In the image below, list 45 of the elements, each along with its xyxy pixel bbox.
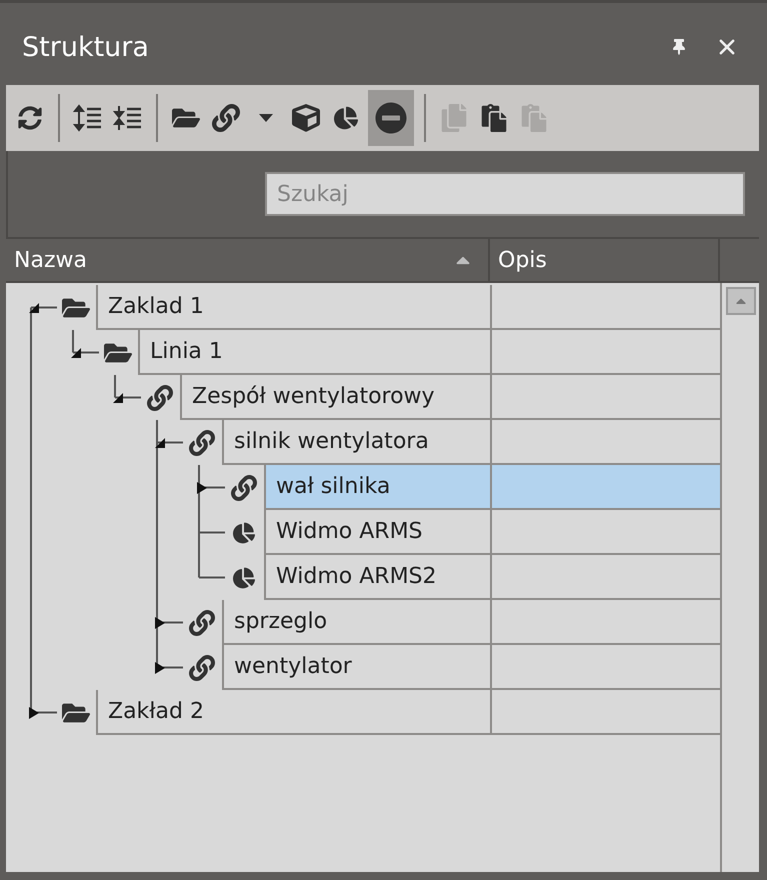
chain-link-icon bbox=[231, 475, 257, 501]
tree-item[interactable]: wał silnika bbox=[264, 465, 490, 510]
chain-link-icon bbox=[189, 655, 215, 681]
tree-item[interactable]: Zaklad 1 bbox=[96, 285, 490, 330]
collapse-toggle[interactable] bbox=[70, 346, 82, 358]
tree-item[interactable]: Zakład 2 bbox=[96, 690, 490, 735]
pie-chart-icon bbox=[233, 567, 255, 589]
pie-chart-icon bbox=[233, 522, 255, 544]
collapse-toggle[interactable] bbox=[28, 302, 40, 314]
pie-chart-icon bbox=[334, 106, 358, 130]
search-field[interactable]: Szukaj bbox=[265, 172, 745, 216]
expand-toggle[interactable] bbox=[154, 662, 166, 674]
tree-item[interactable]: sprzeglo bbox=[222, 600, 490, 645]
paste-icon bbox=[520, 104, 548, 132]
expand-toggle[interactable] bbox=[196, 482, 208, 494]
tree-line bbox=[198, 465, 226, 510]
expand-toggle[interactable] bbox=[154, 616, 166, 628]
tree-line bbox=[72, 330, 100, 354]
expand-all-icon bbox=[73, 103, 103, 133]
collapse-toggle[interactable] bbox=[112, 392, 124, 404]
tree-item[interactable]: wentylator bbox=[222, 645, 490, 690]
caret-icon bbox=[259, 114, 273, 122]
tree-item[interactable]: silnik wentylatora bbox=[222, 420, 490, 465]
column-header[interactable]: Nazwa bbox=[6, 239, 490, 281]
copy-icon bbox=[440, 104, 468, 132]
panel-title: Struktura bbox=[22, 32, 150, 62]
tree-line bbox=[114, 375, 142, 398]
pin-icon bbox=[671, 39, 687, 55]
remove-button[interactable] bbox=[368, 90, 414, 146]
column-header[interactable]: Opis bbox=[490, 239, 720, 281]
refresh-icon bbox=[18, 106, 42, 130]
tree-item[interactable]: Widmo ARMS bbox=[264, 510, 490, 555]
collapse-toggle[interactable] bbox=[154, 436, 166, 448]
cube-icon bbox=[292, 104, 320, 132]
paste-icon bbox=[480, 104, 508, 132]
chain-link-icon bbox=[212, 104, 240, 132]
expand-toggle[interactable] bbox=[28, 706, 40, 718]
scroll-up-button[interactable] bbox=[726, 287, 756, 315]
tree-item[interactable]: Linia 1 bbox=[138, 330, 490, 375]
tree-item[interactable]: Zespół wentylatorowy bbox=[180, 375, 490, 420]
collapse-all-icon bbox=[113, 103, 143, 133]
tree-item[interactable]: Widmo ARMS2 bbox=[264, 555, 490, 600]
chain-link-icon bbox=[147, 385, 173, 411]
chain-link-icon bbox=[189, 610, 215, 636]
chain-link-icon bbox=[189, 430, 215, 456]
